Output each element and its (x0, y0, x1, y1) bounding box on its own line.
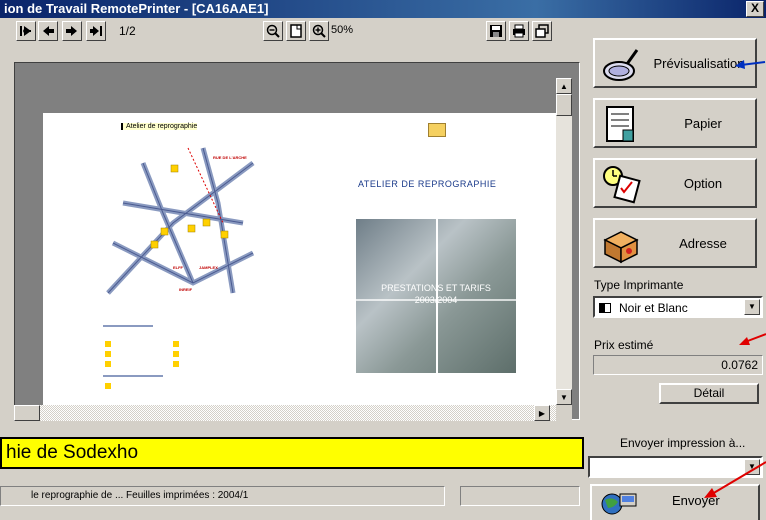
document-name-banner: hie de Sodexho (0, 437, 584, 469)
status-bar: le reprographie de ... Feuilles imprimée… (0, 486, 445, 506)
floppy-disk-icon (490, 25, 502, 37)
last-page-button[interactable] (86, 21, 106, 41)
photo-caption-title: PRESTATIONS ET TARIFS (381, 283, 491, 293)
address-button-label: Adresse (679, 236, 727, 251)
zoom-in-button[interactable] (309, 21, 329, 41)
map-street-label: ELFF (173, 265, 184, 270)
restore-window-icon (535, 24, 549, 38)
previous-page-button[interactable] (38, 21, 58, 41)
scroll-thumb[interactable] (556, 94, 572, 116)
send-button[interactable]: Envoyer (590, 484, 760, 520)
map-legend (103, 325, 253, 405)
annotation-arrow (739, 333, 766, 345)
send-to-select[interactable]: ▼ (588, 456, 763, 478)
price-label: Prix estimé (594, 338, 654, 352)
color-mode-icon (599, 303, 611, 313)
option-button[interactable]: Option (593, 158, 757, 208)
clipboard-clock-icon (603, 166, 641, 204)
send-button-label: Envoyer (672, 493, 720, 508)
paper-button[interactable]: Papier (593, 98, 757, 148)
arrow-right-icon (66, 26, 77, 36)
last-page-icon (90, 26, 102, 36)
map-street-label: JAMPLEX (199, 265, 218, 270)
scroll-corner (556, 405, 572, 421)
location-map: RUE DE L'ARCHE ELFF JAMPLEX INREIF (106, 147, 255, 295)
detail-button[interactable]: Détail (659, 383, 759, 404)
sodexho-logo (428, 123, 446, 137)
price-value: 0.0762 (593, 355, 763, 375)
paper-button-label: Papier (684, 116, 722, 131)
magnifier-icon (603, 49, 639, 81)
printer-icon (513, 24, 525, 38)
full-page-button[interactable] (286, 21, 306, 41)
vertical-scrollbar[interactable]: ▲ ▼ (556, 78, 572, 405)
paper-document-icon (606, 106, 634, 142)
horizontal-scrollbar[interactable]: ▶ (14, 405, 556, 421)
status-panel (460, 486, 580, 506)
zoom-level: 50% (331, 24, 354, 36)
chevron-down-icon[interactable]: ▼ (744, 299, 760, 315)
chevron-down-icon[interactable]: ▼ (744, 459, 760, 475)
first-page-button[interactable] (16, 21, 36, 41)
arrow-left-icon (43, 26, 54, 36)
next-page-button[interactable] (62, 21, 82, 41)
printer-type-select[interactable]: Noir et Blanc ▼ (593, 296, 763, 318)
restore-window-button[interactable] (532, 21, 552, 41)
scroll-down-button[interactable]: ▼ (556, 389, 572, 405)
first-page-icon (20, 26, 31, 36)
network-printer-icon (601, 493, 637, 515)
package-box-icon (603, 231, 639, 264)
printer-type-value: Noir et Blanc (619, 301, 688, 315)
address-button[interactable]: Adresse (593, 218, 757, 268)
print-button[interactable] (509, 21, 529, 41)
preview-area: Atelier de reprographie RUE DE L'ARCHE E… (14, 62, 580, 420)
printer-type-label: Type Imprimante (594, 278, 684, 292)
zoom-out-button[interactable] (263, 21, 283, 41)
page-indicator: 1/2 (119, 24, 136, 38)
map-title: Atelier de reprographie (121, 123, 198, 130)
page-heading: ATELIER DE REPROGRAPHIE (358, 179, 497, 189)
zoom-in-icon (312, 24, 326, 38)
page-icon (290, 24, 302, 38)
close-window-button[interactable]: X (746, 1, 764, 17)
zoom-out-icon (266, 24, 280, 38)
preview-button[interactable]: Prévisualisation (593, 38, 757, 88)
option-button-label: Option (683, 176, 723, 191)
map-street-label: RUE DE L'ARCHE (213, 155, 247, 160)
photo-caption-year: 2003/2004 (414, 295, 458, 305)
window-title: ion de Travail RemotePrinter - [CA16AAE1… (4, 1, 269, 16)
send-to-label: Envoyer impression à... (620, 436, 746, 450)
preview-button-label: Prévisualisation (653, 56, 745, 71)
preview-page: Atelier de reprographie RUE DE L'ARCHE E… (43, 113, 560, 413)
map-street-label: INREIF (179, 287, 193, 292)
window-title-bar: ion de Travail RemotePrinter - [CA16AAE1… (0, 0, 766, 18)
scroll-right-button[interactable]: ▶ (534, 405, 550, 421)
horizontal-scroll-thumb[interactable] (14, 405, 40, 421)
scroll-up-button[interactable]: ▲ (556, 78, 572, 94)
save-button[interactable] (486, 21, 506, 41)
